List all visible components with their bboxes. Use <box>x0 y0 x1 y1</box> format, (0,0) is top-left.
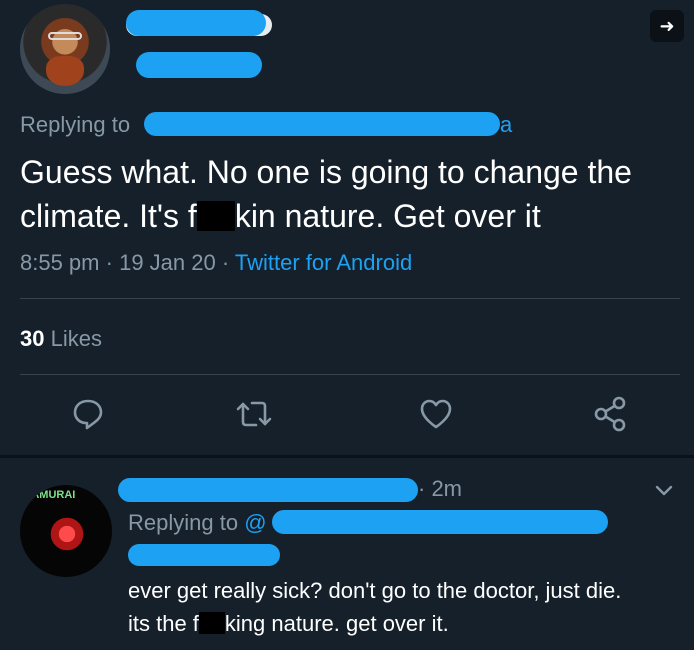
redacted-reply-targets[interactable] <box>272 510 608 534</box>
author-avatar[interactable] <box>20 4 110 94</box>
reply-line-2: its the f king nature. get over it. <box>128 607 678 640</box>
reply-text: ever get really sick? don't go to the do… <box>128 574 678 640</box>
likes-label: Likes <box>50 326 102 351</box>
reply-line-2-part1: its the f <box>128 611 199 636</box>
reply-icon[interactable] <box>66 392 110 436</box>
meta-dot: · <box>105 250 113 275</box>
avatar-brand-text: SAMURAI <box>24 489 76 501</box>
heart-icon[interactable] <box>414 392 458 436</box>
likes-count: 30 <box>20 326 45 351</box>
thread-separator <box>0 455 694 458</box>
censor-bar <box>196 201 235 231</box>
redacted-display-name-scribble <box>126 10 266 36</box>
tweet-source[interactable]: Twitter for Android <box>235 250 412 275</box>
share-arrow-button[interactable]: ➜ <box>650 10 684 42</box>
retweet-icon[interactable] <box>232 392 276 436</box>
redacted-handle <box>136 52 262 78</box>
redacted-reply-target[interactable] <box>144 112 500 136</box>
avatar-beard <box>46 56 84 86</box>
share-icon[interactable] <box>588 392 632 436</box>
reply-line-2-part2: king nature. get over it. <box>224 611 449 636</box>
tweet-date: 19 Jan 20 <box>119 250 216 275</box>
likes-summary[interactable]: 30 Likes <box>20 326 102 352</box>
replying-to-label: Replying to <box>20 112 131 137</box>
avatar-glasses <box>48 32 82 40</box>
chevron-down-icon[interactable] <box>652 478 676 502</box>
reply-censor-bar <box>198 612 225 634</box>
reply-line-1: ever get really sick? don't go to the do… <box>128 578 622 603</box>
divider-top <box>20 298 680 299</box>
redacted-reply-target-2[interactable] <box>128 544 280 566</box>
replying-to-line: Replying to <box>20 112 130 138</box>
tweet-text: Guess what. No one is going to change th… <box>20 150 680 238</box>
avatar-mask <box>48 515 86 553</box>
redacted-reply-name <box>118 478 418 502</box>
reply-at-symbol[interactable]: @ <box>244 510 266 535</box>
reply-replying-to-label: Replying to <box>128 510 239 535</box>
reply-timestamp: · 2m <box>418 476 462 501</box>
action-bar <box>0 392 694 442</box>
reply-author-avatar[interactable]: SAMURAI <box>20 485 112 577</box>
meta-dot-2: · <box>221 250 230 275</box>
replying-to-tail[interactable]: a <box>500 112 512 138</box>
tweet-text-part2: kin nature. Get over it <box>234 198 541 234</box>
reply-replying-to-line: Replying to @ <box>128 510 267 536</box>
tweet-time: 8:55 pm <box>20 250 100 275</box>
divider-bottom <box>20 374 680 375</box>
tweet-meta: 8:55 pm · 19 Jan 20 · Twitter for Androi… <box>20 250 412 276</box>
